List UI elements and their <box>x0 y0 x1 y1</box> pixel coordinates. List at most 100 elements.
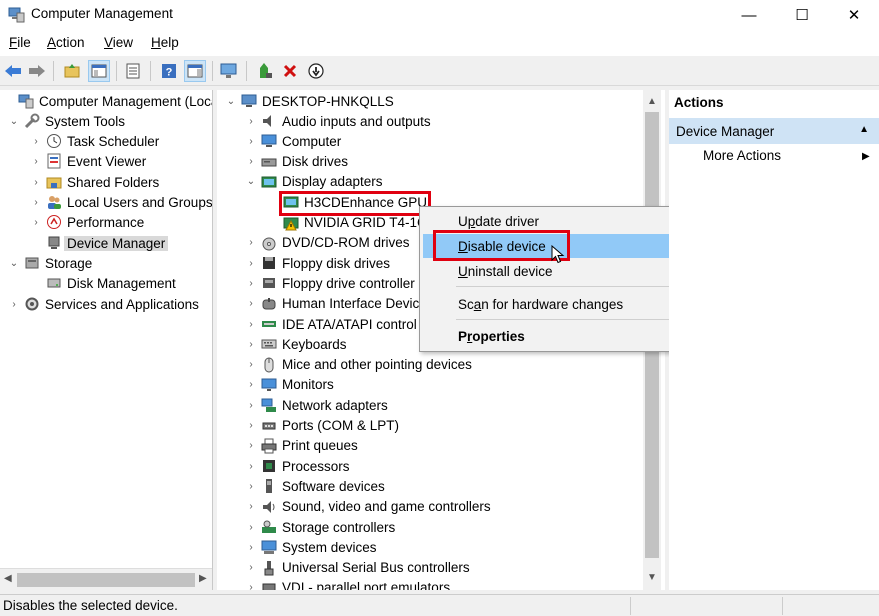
toolbar: ? <box>0 56 879 86</box>
device-category-disk-drives[interactable]: › Disk drives <box>245 152 348 172</box>
expand-chevron-icon[interactable]: › <box>245 339 257 350</box>
device-category-monitors[interactable]: › Monitors <box>245 375 333 395</box>
expand-chevron-icon[interactable]: › <box>245 522 257 533</box>
expand-chevron-icon[interactable]: › <box>245 542 257 553</box>
tree-item-event-viewer[interactable]: › Event Viewer <box>30 151 146 171</box>
up-one-level-button[interactable] <box>61 60 83 82</box>
scroll-up-arrow-icon[interactable]: ▲ <box>647 96 657 107</box>
expand-chevron-icon[interactable]: › <box>30 177 42 188</box>
device-category-network-adapters[interactable]: › Network adapters <box>245 395 387 415</box>
expand-chevron-icon[interactable]: › <box>30 197 42 208</box>
device-category-print-queues[interactable]: › Print queues <box>245 436 358 456</box>
gpu-highlight-box <box>279 191 431 216</box>
expand-chevron-icon[interactable]: › <box>245 136 257 147</box>
expand-chevron-icon[interactable]: › <box>245 562 257 573</box>
menu-item-scan-hardware[interactable]: Sc a n for hardware changes <box>420 292 679 316</box>
scroll-down-arrow-icon[interactable]: ▼ <box>647 572 657 583</box>
device-category-display-adapters[interactable]: ⌄ Display adapters <box>245 172 383 192</box>
expand-chevron-icon[interactable]: › <box>30 156 42 167</box>
scroll-right-arrow-icon[interactable]: ▶ <box>199 573 207 584</box>
disable-device-button[interactable] <box>305 60 327 82</box>
tree-item-performance[interactable]: › Performance <box>30 212 144 232</box>
device-category-floppy-drive-controller[interactable]: › Floppy drive controller <box>245 273 414 293</box>
menu-item-properties[interactable]: Pr operties <box>420 324 679 348</box>
device-category-ide-ata-atapi-control[interactable]: › IDE ATA/ATAPI control <box>245 314 416 334</box>
uninstall-device-button[interactable] <box>279 60 301 82</box>
expand-chevron-icon[interactable]: › <box>245 582 257 590</box>
expand-chevron-icon[interactable]: › <box>245 420 257 431</box>
device-category-universal-serial-bus-controllers[interactable]: › Universal Serial Bus controllers <box>245 558 470 578</box>
audio-icon <box>263 115 271 127</box>
device-category-processors[interactable]: › Processors <box>245 456 349 476</box>
left-horizontal-scrollbar[interactable]: ◀ ▶ <box>0 568 212 590</box>
tree-item-system-tools[interactable]: ⌄ System Tools <box>8 111 125 131</box>
collapse-chevron-icon[interactable]: ⌄ <box>8 116 20 127</box>
scroll-left-arrow-icon[interactable]: ◀ <box>4 573 12 584</box>
expand-chevron-icon[interactable]: › <box>245 156 257 167</box>
back-button[interactable] <box>2 60 24 82</box>
tree-item-shared-folders[interactable]: › Shared Folders <box>30 172 159 192</box>
collapse-chevron-icon[interactable]: ⌄ <box>245 176 257 187</box>
device-category-ports-com-lpt[interactable]: › Ports (COM & LPT) <box>245 416 399 436</box>
properties-toolbar-button[interactable] <box>122 60 144 82</box>
device-category-floppy-disk-drives[interactable]: › Floppy disk drives <box>245 253 390 273</box>
device-category-mice-and-other-pointing-devices[interactable]: › Mice and other pointing devices <box>245 355 472 375</box>
tree-item-computer-management-local[interactable]: Computer Management (Local <box>2 91 212 111</box>
tree-item-services-and-applications[interactable]: › Services and Applications <box>8 294 199 314</box>
forward-button[interactable] <box>26 60 48 82</box>
expand-chevron-icon[interactable]: › <box>30 217 42 228</box>
device-category-audio-inputs-and-outputs[interactable]: › Audio inputs and outputs <box>245 111 430 131</box>
minimize-button[interactable]: — <box>725 0 773 30</box>
expand-chevron-icon[interactable]: › <box>245 400 257 411</box>
update-driver-button[interactable] <box>254 60 276 82</box>
tree-item-label: System Tools <box>45 113 126 129</box>
expand-chevron-icon[interactable]: › <box>245 481 257 492</box>
expand-chevron-icon[interactable]: › <box>245 359 257 370</box>
close-button[interactable]: ✕ <box>830 0 878 30</box>
device-category-keyboards[interactable]: › Keyboards <box>245 334 346 354</box>
expand-chevron-icon[interactable]: › <box>245 258 257 269</box>
expand-chevron-icon[interactable]: › <box>245 461 257 472</box>
menu-view[interactable]: View <box>104 35 133 50</box>
device-category-computer[interactable]: › Computer <box>245 131 341 151</box>
expand-chevron-icon[interactable]: › <box>245 298 257 309</box>
expand-chevron-icon[interactable]: › <box>245 278 257 289</box>
tree-root-desktop[interactable]: ⌄ DESKTOP-HNKQLLS <box>225 91 394 111</box>
expand-chevron-icon[interactable]: › <box>245 116 257 127</box>
show-hide-console-tree-button[interactable] <box>88 60 110 82</box>
menu-help[interactable]: Help <box>151 35 179 50</box>
tree-item-storage[interactable]: ⌄ Storage <box>8 253 93 273</box>
tree-item-task-scheduler[interactable]: › Task Scheduler <box>30 131 159 151</box>
device-category-storage-controllers[interactable]: › Storage controllers <box>245 517 395 537</box>
collapse-chevron-icon[interactable]: ⌄ <box>225 96 237 107</box>
maximize-button[interactable]: ☐ <box>778 0 826 30</box>
more-actions-item[interactable]: More Actions <box>703 148 781 163</box>
expand-chevron-icon[interactable]: › <box>245 440 257 451</box>
expand-chevron-icon[interactable]: › <box>245 379 257 390</box>
tree-item-local-users-and-groups[interactable]: › Local Users and Groups <box>30 192 212 212</box>
device-category-dvd-cd-rom-drives[interactable]: › DVD/CD-ROM drives <box>245 233 410 253</box>
expand-chevron-icon[interactable]: › <box>245 501 257 512</box>
device-category-system-devices[interactable]: › System devices <box>245 537 376 557</box>
expand-chevron-icon[interactable]: › <box>245 319 257 330</box>
device-category-software-devices[interactable]: › Software devices <box>245 476 384 496</box>
tree-item-device-manager[interactable]: Device Manager <box>30 233 169 253</box>
menu-file[interactable]: File <box>9 35 31 50</box>
scrollbar-thumb[interactable] <box>17 573 195 587</box>
device-category-sound-video-and-game-controllers[interactable]: › Sound, video and game controllers <box>245 497 490 517</box>
expand-chevron-icon[interactable]: › <box>245 237 257 248</box>
tree-item-disk-management[interactable]: Disk Management <box>30 273 176 293</box>
menu-item-uninstall-device[interactable]: Uninstall device <box>420 259 679 283</box>
device-category-human-interface-devic[interactable]: › Human Interface Devic <box>245 294 419 314</box>
show-action-pane-button[interactable] <box>184 60 206 82</box>
expand-chevron-icon[interactable]: › <box>8 299 20 310</box>
scan-hardware-button[interactable] <box>218 60 240 82</box>
help-toolbar-button[interactable]: ? <box>158 60 180 82</box>
hid-icon <box>262 297 276 310</box>
collapse-chevron-icon[interactable]: ⌄ <box>8 258 20 269</box>
expand-chevron-icon[interactable]: › <box>30 136 42 147</box>
device-category-vdi-parallel-port-emulators[interactable]: › VDI - parallel port emulators <box>245 578 450 590</box>
collapse-up-icon[interactable]: ▲ <box>859 124 869 135</box>
actions-section-device-manager[interactable]: Device Manager ▲ <box>669 118 879 144</box>
menu-action[interactable]: Action <box>47 35 85 50</box>
